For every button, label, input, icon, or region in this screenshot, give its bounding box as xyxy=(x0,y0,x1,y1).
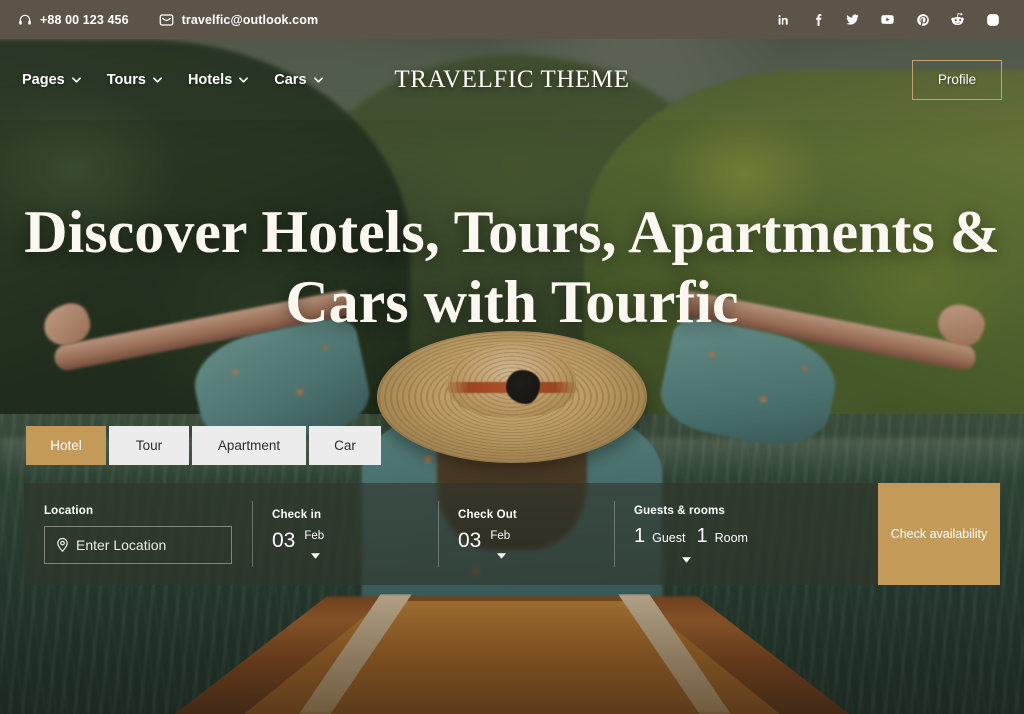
site-logo[interactable]: TRAVELFIC THEME xyxy=(394,66,629,94)
nav-label-tours: Tours xyxy=(106,71,146,88)
twitter-icon[interactable] xyxy=(845,12,860,27)
checkout-field[interactable]: Check Out 03 Feb xyxy=(438,483,614,585)
chevron-down-icon xyxy=(313,76,323,83)
instagram-icon[interactable] xyxy=(985,12,1000,27)
nav-label-hotels: Hotels xyxy=(187,71,233,88)
phone-number-text: +88 00 123 456 xyxy=(40,12,129,27)
chevron-down-icon xyxy=(239,76,249,83)
subject-hat-bow xyxy=(506,370,540,404)
checkin-month-group: Feb xyxy=(304,530,324,560)
nav-item-cars[interactable]: Cars xyxy=(274,71,323,88)
checkout-label: Check Out xyxy=(458,508,517,521)
checkin-day: 03 xyxy=(272,528,296,552)
checkout-month: Feb xyxy=(490,529,511,542)
youtube-icon[interactable] xyxy=(880,12,895,27)
checkout-day: 03 xyxy=(458,528,482,552)
profile-button[interactable]: Profile xyxy=(912,59,1002,100)
guests-rooms-value: 1 Guest 1 Room xyxy=(634,526,858,546)
email-address-text: travelfic@outlook.com xyxy=(181,12,319,27)
checkout-value: 03 Feb xyxy=(458,530,594,560)
nav-label-pages: Pages xyxy=(22,71,65,88)
chevron-down-icon xyxy=(153,76,162,83)
room-label: Room xyxy=(714,531,748,545)
tab-tour[interactable]: Tour xyxy=(109,426,189,465)
social-links xyxy=(775,12,1006,27)
chevron-down-icon[interactable] xyxy=(496,553,506,559)
chevron-down-icon[interactable] xyxy=(310,553,320,559)
nav-label-cars: Cars xyxy=(274,71,307,88)
search-form: Location Enter Location Check in 03 Feb xyxy=(24,483,1000,585)
hero-title-line-2: Cars with Tourfic xyxy=(285,268,739,335)
map-pin-icon xyxy=(56,537,69,552)
checkin-month: Feb xyxy=(304,529,325,542)
facebook-icon[interactable] xyxy=(810,12,825,27)
main-navigation: Pages Tours Hotels Cars TRAVELFIC THEME … xyxy=(0,39,1024,120)
checkin-label: Check in xyxy=(272,508,322,521)
location-placeholder-text: Enter Location xyxy=(76,536,167,553)
reddit-icon[interactable] xyxy=(950,12,965,27)
hero-title-line-1: Discover Hotels, Tours, Apartments & xyxy=(24,199,1000,265)
page-root: +88 00 123 456 travelfic@outlook.com Pag… xyxy=(0,0,1024,714)
top-contact-bar: +88 00 123 456 travelfic@outlook.com xyxy=(0,0,1024,39)
email-contact[interactable]: travelfic@outlook.com xyxy=(159,13,319,27)
chevron-down-icon[interactable] xyxy=(682,557,691,563)
checkin-value: 03 Feb xyxy=(272,530,418,560)
nav-item-hotels[interactable]: Hotels xyxy=(187,71,249,88)
chevron-down-icon xyxy=(71,76,81,83)
location-field: Location Enter Location xyxy=(24,483,252,585)
linkedin-icon[interactable] xyxy=(775,12,790,27)
phone-contact[interactable]: +88 00 123 456 xyxy=(18,13,129,27)
checkout-month-group: Feb xyxy=(490,530,510,560)
check-availability-button[interactable]: Check availability xyxy=(878,483,1000,585)
headset-icon xyxy=(18,13,32,27)
page-title: Discover Hotels, Tours, Apartments & Car… xyxy=(0,198,1024,337)
pinterest-icon[interactable] xyxy=(915,12,930,27)
tab-hotel[interactable]: Hotel xyxy=(26,426,106,465)
guest-count: 1 xyxy=(634,525,646,547)
location-label: Location xyxy=(44,504,94,517)
mail-icon xyxy=(159,13,174,27)
guests-rooms-field[interactable]: Guests & rooms 1 Guest 1 Room xyxy=(614,483,878,585)
guests-rooms-label: Guests & rooms xyxy=(634,505,725,517)
nav-item-tours[interactable]: Tours xyxy=(107,72,162,88)
checkin-field[interactable]: Check in 03 Feb xyxy=(252,483,438,585)
top-bar-contacts: +88 00 123 456 travelfic@outlook.com xyxy=(18,13,318,27)
guest-label: Guest xyxy=(652,531,686,545)
tab-apartment[interactable]: Apartment xyxy=(192,426,306,465)
search-input-location[interactable]: Enter Location xyxy=(44,525,232,564)
nav-item-pages[interactable]: Pages xyxy=(22,72,81,88)
nav-menu: Pages Tours Hotels Cars xyxy=(22,72,323,88)
search-type-tabs: Hotel Tour Apartment Car xyxy=(26,426,381,465)
room-count: 1 xyxy=(696,525,708,547)
tab-car[interactable]: Car xyxy=(309,426,381,465)
